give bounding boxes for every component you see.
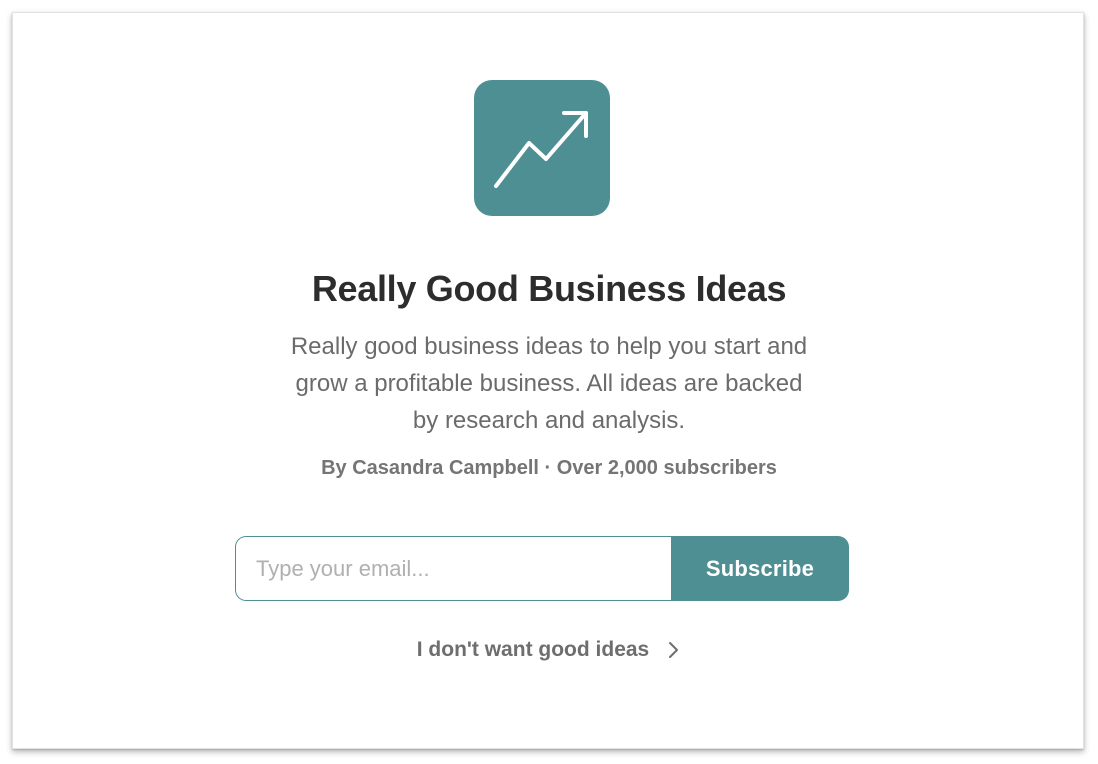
chevron-right-icon bbox=[669, 642, 679, 658]
publication-title: Really Good Business Ideas bbox=[311, 268, 787, 309]
author-byline: By Casandra Campbell · Over 2,000 subscr… bbox=[321, 457, 777, 479]
publication-logo bbox=[474, 80, 610, 216]
skip-link[interactable]: I don't want good ideas bbox=[13, 635, 1085, 665]
email-input[interactable] bbox=[235, 536, 671, 601]
welcome-card: Really Good Business Ideas Really good b… bbox=[12, 12, 1084, 749]
trending-up-arrow-icon bbox=[494, 111, 588, 188]
subscribe-form: Subscribe bbox=[235, 536, 849, 601]
skip-link-label: I don't want good ideas bbox=[416, 638, 650, 661]
publication-description: Really good business ideas to help you s… bbox=[290, 333, 808, 434]
subscribe-button[interactable]: Subscribe bbox=[671, 536, 849, 601]
